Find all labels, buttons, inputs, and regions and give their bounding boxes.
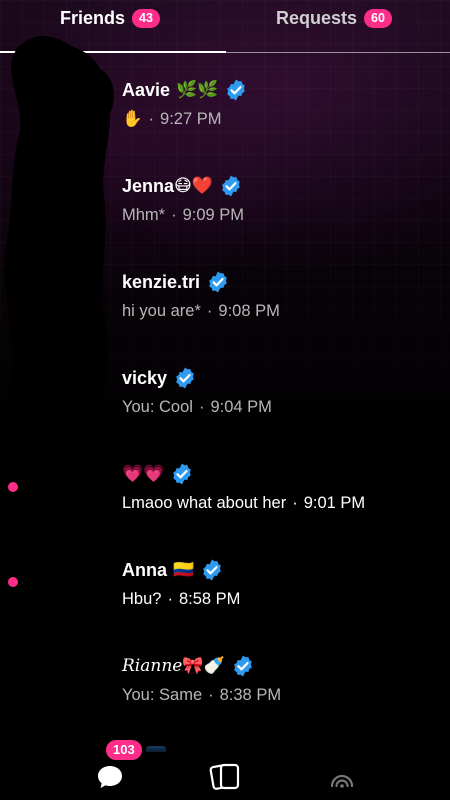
chat-name-emoji: 🎀🍼: [182, 656, 225, 675]
separator: ·: [171, 206, 177, 224]
chat-preview: You: Same · 8:38 PM: [122, 686, 442, 705]
verified-badge-icon: [176, 367, 194, 389]
nav-cards[interactable]: [205, 760, 245, 794]
tab-friends-count-badge: 43: [132, 9, 160, 28]
chat-preview: hi you are* · 9:08 PM: [122, 302, 442, 321]
chat-preview: ✋ · 9:27 PM: [122, 110, 442, 129]
tab-friends-label: Friends: [60, 8, 126, 28]
chats-count-badge: 103: [106, 740, 142, 760]
chat-name: kenzie.tri: [122, 271, 201, 292]
tab-requests-count-badge: 60: [364, 9, 392, 28]
separator: ·: [198, 398, 205, 416]
chat-name-emoji: 💗💗: [122, 464, 165, 483]
chat-name-emoji: 🌿🌿: [176, 80, 219, 99]
separator: ·: [148, 110, 155, 128]
verified-badge-icon: [233, 655, 252, 677]
tab-friends[interactable]: Friends 43: [60, 8, 160, 29]
chat-time: 8:58 PM: [178, 590, 241, 608]
chat-name: vicky: [122, 367, 168, 388]
chat-row[interactable]: vicky You: Cool · 9:04 PM: [122, 364, 442, 444]
tab-requests[interactable]: Requests 60: [276, 8, 392, 29]
chat-message: ✋: [122, 110, 143, 128]
nav-chats[interactable]: 103: [90, 740, 142, 794]
chat-row[interactable]: kenzie.tri hi you are* · 9:08 PM: [122, 268, 442, 348]
chat-name: Aavie: [122, 79, 171, 100]
chat-message: Mhm*: [122, 206, 166, 224]
chat-message: You: Same: [122, 686, 203, 704]
chat-time: 9:27 PM: [160, 110, 222, 128]
tab-requests-label: Requests: [276, 8, 358, 28]
avatar-column: [4, 36, 114, 800]
chat-time: 8:38 PM: [219, 686, 282, 704]
unread-indicator: [8, 482, 18, 492]
separator: ·: [208, 686, 214, 704]
nav-discover[interactable]: [322, 760, 362, 794]
chat-row[interactable]: Aavie 🌿🌿 ✋ · 9:27 PM: [122, 76, 442, 156]
chat-time: 9:04 PM: [210, 398, 272, 416]
chat-time: 9:01 PM: [303, 494, 366, 512]
chat-preview: Mhm* · 9:09 PM: [122, 206, 442, 225]
verified-badge-icon: [227, 79, 246, 101]
chat-message: Hbu?: [122, 590, 162, 608]
verified-badge-icon: [203, 559, 221, 581]
separator: ·: [206, 302, 213, 320]
verified-badge-icon: [173, 463, 192, 485]
chat-row[interactable]: Jenna 😷❤️ Mhm* · 9:09 PM: [122, 172, 442, 252]
chat-name-line: 𝑅𝑖𝑎𝑛𝑛𝑒 🎀🍼: [122, 652, 442, 680]
chat-name-line: 💗💗: [122, 460, 442, 488]
chat-name-emoji: 😷❤️: [174, 176, 213, 195]
unread-indicator: [8, 577, 18, 587]
chat-name: Jenna: [122, 175, 175, 196]
bottom-nav: 103: [0, 734, 450, 800]
chat-message: You: Cool: [122, 398, 193, 416]
chat-message: hi you are*: [122, 302, 201, 320]
chat-preview: Hbu? · 8:58 PM: [122, 590, 442, 609]
chat-message: Lmaoo what about her: [122, 494, 287, 512]
chat-preview: Lmaoo what about her · 9:01 PM: [122, 494, 442, 513]
chat-name-line: Jenna 😷❤️: [122, 172, 442, 200]
separator: ·: [167, 590, 173, 608]
chat-preview: You: Cool · 9:04 PM: [122, 398, 442, 417]
chat-name-line: Aavie 🌿🌿: [122, 76, 442, 104]
separator: ·: [292, 494, 298, 512]
verified-badge-icon: [222, 175, 240, 197]
chat-name: 𝑅𝑖𝑎𝑛𝑛𝑒: [122, 656, 183, 676]
chat-row[interactable]: 𝑅𝑖𝑎𝑛𝑛𝑒 🎀🍼 You: Same · 8:38 PM: [122, 652, 442, 732]
chat-time: 9:09 PM: [182, 206, 245, 224]
signal-rings-icon: [330, 774, 354, 788]
cards-icon: [209, 763, 240, 790]
chat-row[interactable]: Anna 🇨🇴 Hbu? · 8:58 PM: [122, 556, 442, 636]
chat-name: Anna: [122, 559, 167, 580]
chat-time: 9:08 PM: [218, 302, 280, 320]
chat-name-line: vicky: [122, 364, 442, 392]
chat-row[interactable]: 💗💗 Lmaoo what about her · 9:01 PM: [122, 460, 442, 540]
verified-badge-icon: [209, 271, 227, 293]
chat-name-emoji: 🇨🇴: [173, 560, 195, 579]
chat-name-line: Anna 🇨🇴: [122, 556, 442, 584]
chat-name-line: kenzie.tri: [122, 268, 442, 296]
chat-bubble-icon: [98, 766, 122, 788]
